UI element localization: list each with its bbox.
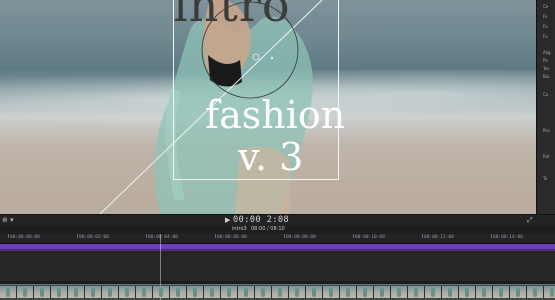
filmstrip-frame [340, 286, 357, 298]
filmstrip-frame [323, 286, 340, 298]
ruler-tick [215, 234, 216, 238]
filmstrip-frame [170, 286, 187, 298]
inspector-row[interactable]: Rot [543, 154, 550, 159]
ruler-tick-label: 00:00:06:00 [217, 235, 247, 240]
inspector-row[interactable]: Ta [543, 176, 547, 181]
viewer-canvas[interactable]: intro fashion v. 3 [0, 0, 536, 214]
inspector-row[interactable]: Fo [543, 24, 548, 29]
project-duration: 08:00 / 08:10 [251, 226, 285, 232]
ruler-tick-label: 00:00:10:00 [355, 235, 385, 240]
filmstrip-frame [476, 286, 493, 298]
filmstrip-frame [425, 286, 442, 298]
ruler-tick [353, 234, 354, 238]
filmstrip-frame [17, 286, 34, 298]
inspector-row[interactable]: Fa [543, 14, 547, 19]
filmstrip-frame [357, 286, 374, 298]
timeline-ruler[interactable]: 00:00:00:00 00:00:02:00 00:00:04:00 00:00:0… [0, 234, 555, 244]
ruler-tick-label: 00:00:00:00 [10, 235, 40, 240]
ruler-tick [422, 234, 423, 238]
ruler-tick-label: 00:00:14:00 [493, 235, 523, 240]
inspector-panel: Ce Fa Fo Fo Alig Pa Tex Blu Cu Pos Rot T… [536, 0, 555, 214]
filmstrip-frame [255, 286, 272, 298]
video-editor-window: intro fashion v. 3 Ce Fa Fo Fo Alig Pa T… [0, 0, 555, 300]
filmstrip-frame [493, 286, 510, 298]
ruler-tick [77, 234, 78, 238]
inspector-row[interactable]: Blu [543, 74, 549, 79]
filmstrip-frame [102, 286, 119, 298]
filmstrip-frame [459, 286, 476, 298]
inspector-row[interactable]: Pa [543, 58, 548, 63]
inspector-row[interactable]: Fo [543, 34, 548, 39]
project-name: intro3 [232, 226, 247, 232]
filmstrip-frame [51, 286, 68, 298]
filmstrip-frame [136, 286, 153, 298]
ruler-tick-label: 00:00:08:00 [286, 235, 316, 240]
filmstrip-frame [544, 286, 555, 298]
filmstrip-frame [442, 286, 459, 298]
filmstrip-frame [289, 286, 306, 298]
filmstrip-frame [391, 286, 408, 298]
inspector-row[interactable]: Tex [543, 66, 550, 71]
filmstrip-frame [221, 286, 238, 298]
filmstrip-frame [306, 286, 323, 298]
inspector-row[interactable]: Ce [543, 4, 548, 9]
filmstrip-frame [527, 286, 544, 298]
ruler-tick-label: 00:00:02:00 [79, 235, 109, 240]
zoom-menu-icon[interactable]: ⊕ ▾ [2, 216, 14, 224]
filmstrip-frame [187, 286, 204, 298]
ruler-tick [8, 234, 9, 238]
ruler-tick [146, 234, 147, 238]
filmstrip-frame [272, 286, 289, 298]
filmstrip-frame [374, 286, 391, 298]
inspector-row[interactable]: Alig [543, 50, 551, 55]
filmstrip-frame [510, 286, 527, 298]
fullscreen-icon[interactable]: ⤢ [527, 216, 533, 225]
filmstrip-frame [119, 286, 136, 298]
filmstrip-frame [85, 286, 102, 298]
inspector-row[interactable]: Pos [543, 128, 550, 133]
filmstrip-frame [34, 286, 51, 298]
inspector-row[interactable]: Cu [543, 92, 548, 97]
ruler-tick [491, 234, 492, 238]
title-fashion-text[interactable]: fashion [205, 96, 345, 134]
filmstrip-frame [68, 286, 85, 298]
filmstrip-frame [408, 286, 425, 298]
ruler-tick-label: 00:00:12:00 [424, 235, 454, 240]
filmstrip-frame [153, 286, 170, 298]
empty-track-lane[interactable] [0, 251, 555, 281]
play-icon[interactable]: ▶ [225, 216, 230, 224]
timecode-display[interactable]: 00:00 2:08 [233, 215, 289, 225]
ruler-tick [284, 234, 285, 238]
filmstrip-frame [204, 286, 221, 298]
filmstrip-frame [0, 286, 17, 298]
title-version-text[interactable]: v. 3 [238, 138, 303, 176]
title-intro-text[interactable]: intro [173, 0, 291, 28]
filmstrip-frame [238, 286, 255, 298]
ruler-tick-label: 00:00:04:00 [148, 235, 178, 240]
